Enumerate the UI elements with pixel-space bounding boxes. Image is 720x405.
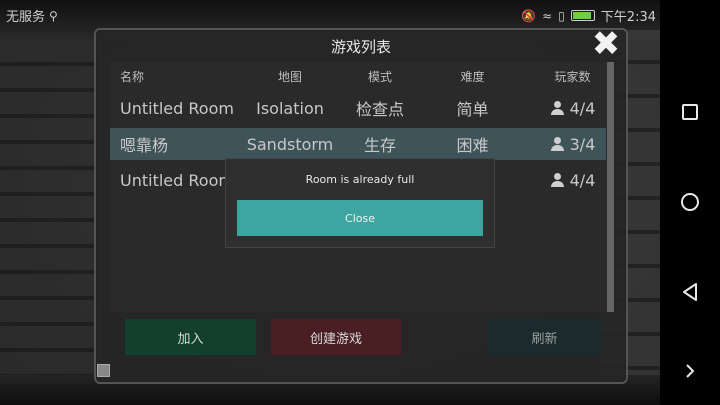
room-full-modal: Room is already full Close: [226, 159, 494, 247]
panel-title: 游戏列表: [330, 38, 391, 56]
player-count: 4/4: [569, 170, 596, 190]
header-mode: 模式: [367, 69, 392, 84]
user-icon: [550, 173, 564, 187]
navigation-bar: [660, 0, 720, 405]
room-difficulty: 简单: [456, 100, 489, 119]
clock-text: 下午2:34: [600, 10, 656, 25]
status-right: 🔕 ≈ ▯ 下午2:34: [521, 6, 656, 26]
create-game-button[interactable]: 创建游戏: [271, 319, 401, 355]
circle-icon: [681, 193, 699, 211]
back-button[interactable]: [677, 279, 703, 305]
modal-message: Room is already full: [305, 173, 415, 186]
table-row-selected[interactable]: 嗯靠杨 Sandstorm 生存 困难 3/4: [110, 128, 606, 160]
chevron-right-icon: [686, 364, 695, 378]
refresh-button[interactable]: 刷新: [488, 319, 601, 355]
room-mode: 生存: [363, 136, 396, 155]
battery-icon: [570, 10, 595, 21]
square-icon: [682, 104, 698, 120]
join-button[interactable]: 加入: [125, 319, 256, 355]
room-players: 4/4: [535, 171, 610, 190]
search-icon: ⚲: [49, 8, 58, 23]
header-name: 名称: [120, 69, 145, 84]
room-players: 3/4: [535, 135, 610, 154]
room-map: Isolation: [256, 98, 324, 118]
room-players: 4/4: [535, 99, 610, 118]
sim-icon: ▯: [558, 8, 565, 23]
more-button[interactable]: [677, 358, 703, 384]
room-mode: 检查点: [355, 100, 404, 119]
header-difficulty: 难度: [460, 69, 485, 84]
table-row[interactable]: Untitled Room Isolation 检查点 简单 4/4: [110, 92, 606, 124]
table-header: 名称 地图 模式 难度 玩家数: [110, 66, 606, 86]
room-name: Untitled Room: [120, 98, 234, 118]
room-name: 嗯靠杨: [120, 136, 169, 155]
room-map: Sandstorm: [246, 134, 334, 154]
player-count: 3/4: [569, 134, 596, 154]
corridor-wall-left: [0, 40, 100, 380]
user-icon: [550, 137, 564, 151]
room-name: Untitled Room: [120, 170, 234, 190]
header-players: 玩家数: [554, 69, 591, 84]
carrier-text: 无服务: [6, 10, 46, 25]
user-icon: [550, 101, 564, 115]
header-map: 地图: [277, 69, 302, 84]
home-button[interactable]: [677, 189, 703, 215]
mute-icon: 🔕: [521, 8, 537, 23]
close-icon[interactable]: ✖: [590, 27, 622, 61]
wifi-icon: ≈: [542, 8, 553, 23]
close-button[interactable]: Close: [237, 200, 483, 236]
status-left: 无服务 ⚲: [6, 6, 58, 26]
player-count: 4/4: [569, 98, 596, 118]
recent-apps-button[interactable]: [677, 99, 703, 125]
resize-handle[interactable]: [97, 364, 110, 377]
triangle-back-icon: [683, 283, 697, 301]
room-difficulty: 困难: [456, 136, 489, 155]
